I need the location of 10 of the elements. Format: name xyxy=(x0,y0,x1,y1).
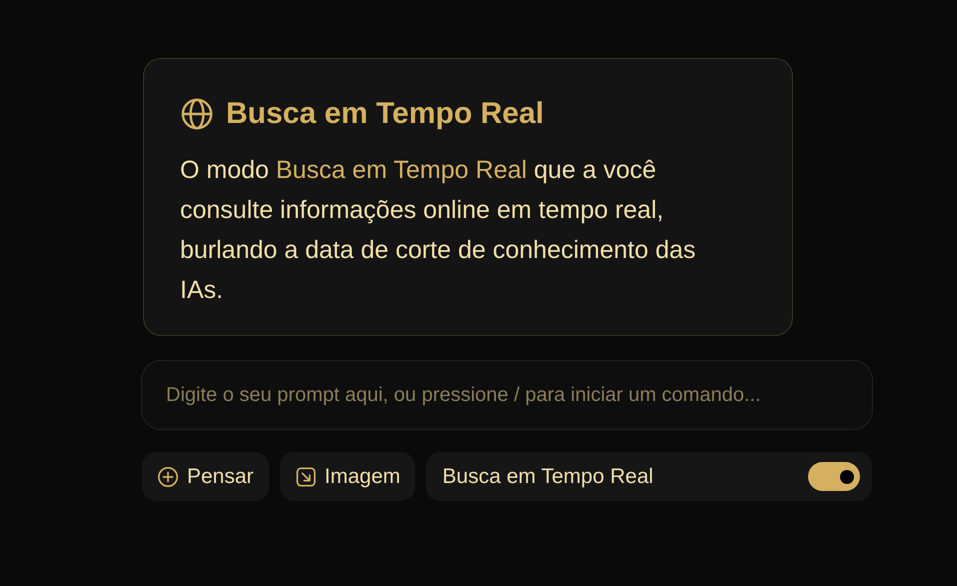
image-button[interactable]: Imagem xyxy=(280,452,416,501)
toggle-switch[interactable] xyxy=(808,462,860,491)
think-button[interactable]: Pensar xyxy=(142,452,269,501)
arrow-square-icon xyxy=(294,466,317,488)
globe-icon xyxy=(180,96,214,130)
plus-circle-icon xyxy=(157,466,179,488)
toggle-label: Busca em Tempo Real xyxy=(442,464,654,490)
card-description: O modo Busca em Tempo Real que a você consulte informações online em tempo real, burlando a data de corte de conhecimento das IAs. xyxy=(180,155,697,306)
card-title: Busca em Tempo Real xyxy=(226,96,544,132)
prompt-field[interactable]: Digite o seu prompt aqui, ou pressione / para iniciar um comando... xyxy=(141,360,873,430)
